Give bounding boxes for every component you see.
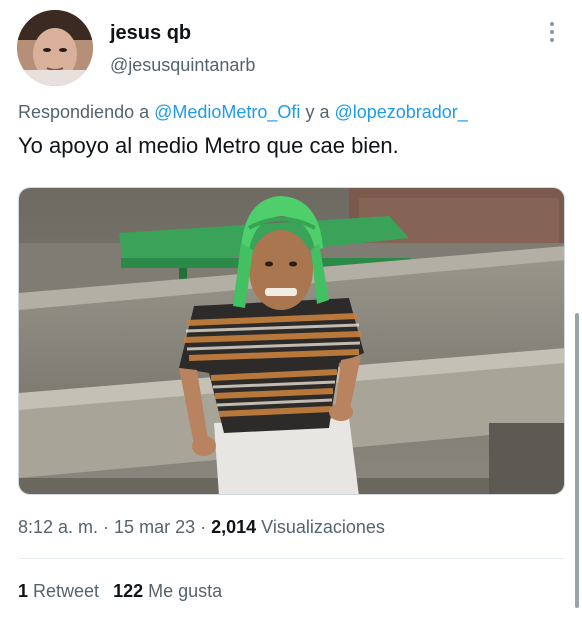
tweet-date[interactable]: 15 mar 23 (114, 517, 195, 537)
reply-prefix: Respondiendo a (18, 102, 155, 122)
avatar-image (17, 10, 93, 86)
mention-link-lopezobrador[interactable]: @lopezobrador_ (334, 102, 467, 122)
retweets-link[interactable]: 1 Retweet (18, 581, 99, 601)
likes-link[interactable]: 122 Me gusta (113, 581, 222, 601)
retweets-count: 1 (18, 581, 29, 601)
likes-label: Me gusta (143, 581, 223, 601)
reply-connector: y a (300, 102, 335, 122)
scrollbar[interactable] (575, 313, 579, 608)
mention-link-mediometro[interactable]: @MedioMetro_Ofi (154, 102, 300, 122)
meta-separator: · (98, 517, 115, 537)
views-count: 2,014 (211, 517, 257, 537)
tweet-media-image[interactable] (18, 187, 565, 495)
author-name[interactable]: jesus qb (110, 22, 191, 45)
tweet-stats: 1 Retweet 122 Me gusta (18, 581, 222, 602)
retweets-label: Retweet (28, 581, 100, 601)
likes-count: 122 (113, 581, 144, 601)
tweet-time[interactable]: 8:12 a. m. (18, 517, 98, 537)
photo-illustration (19, 188, 564, 494)
divider (18, 558, 564, 559)
more-vertical-icon[interactable] (545, 20, 559, 44)
avatar[interactable] (17, 10, 93, 86)
meta-separator: · (195, 517, 212, 537)
author-handle[interactable]: @jesusquintanarb (110, 55, 255, 76)
views-label: Visualizaciones (256, 517, 385, 537)
tweet-text: Yo apoyo al medio Metro que cae bien. (18, 133, 399, 158)
replying-to: Respondiendo a @MedioMetro_Ofi y a @lope… (18, 102, 468, 123)
tweet-meta: 8:12 a. m. · 15 mar 23 · 2,014 Visualiza… (18, 517, 385, 538)
